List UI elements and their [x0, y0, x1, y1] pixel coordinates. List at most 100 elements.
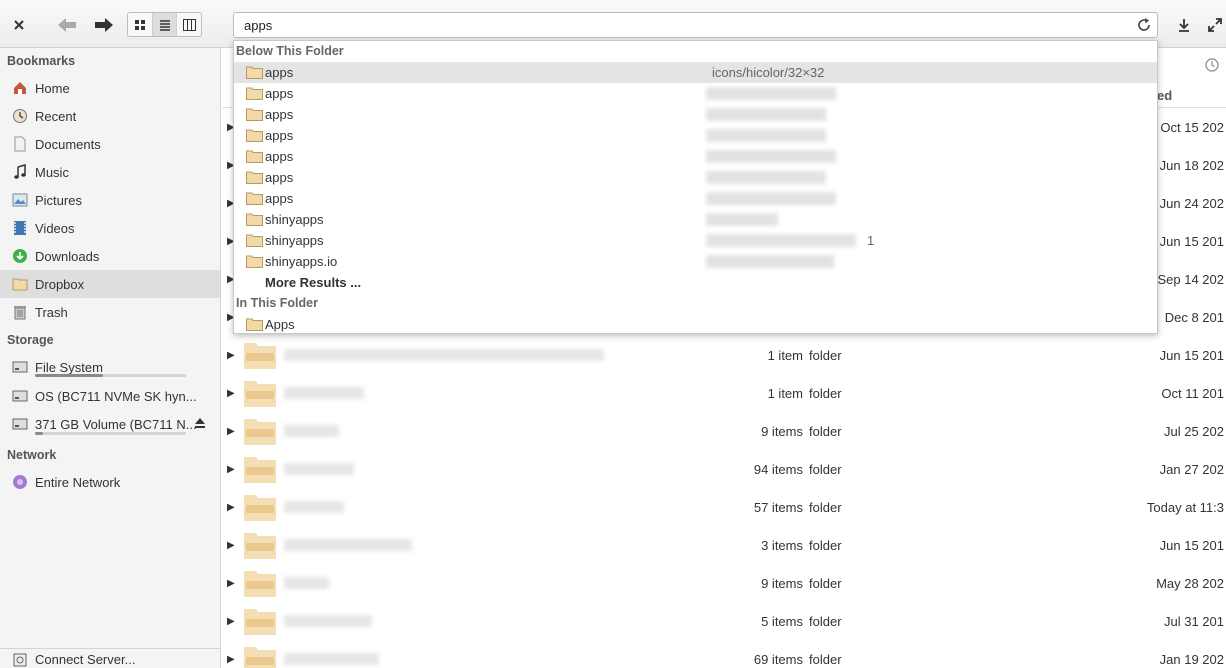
search-result-item[interactable]: shinyapps.io [234, 251, 1157, 272]
drive-icon [12, 416, 28, 432]
item-count: 1 item [767, 347, 803, 363]
forward-button[interactable] [92, 13, 116, 37]
table-row[interactable]: ▶ 69 items folder Jan 19 202 [222, 640, 1226, 668]
icon-view-button[interactable] [128, 13, 153, 36]
result-name: apps [265, 128, 294, 143]
in-folder-heading: In This Folder [236, 296, 318, 310]
result-path-blurred [706, 108, 826, 121]
result-path: icons/hicolor/32×32 [712, 65, 825, 80]
sidebar-item-label: Trash [35, 304, 68, 320]
item-count: 3 items [761, 537, 803, 553]
storage-heading: Storage [7, 333, 54, 347]
table-row[interactable]: ▶ 5 items folder Jul 31 201 [222, 602, 1226, 640]
search-result-item[interactable]: apps [234, 83, 1157, 104]
expand-arrow-icon[interactable]: ▶ [227, 464, 235, 475]
more-results-label: More Results ... [265, 275, 362, 290]
sidebar-item-home[interactable]: Home [0, 74, 220, 102]
eject-icon[interactable] [194, 417, 206, 432]
table-row[interactable]: ▶ 57 items folder Today at 11:3 [222, 488, 1226, 526]
sidebar-item-videos[interactable]: Videos [0, 214, 220, 242]
result-name: shinyapps [265, 212, 324, 227]
expand-arrow-icon[interactable]: ▶ [227, 350, 235, 361]
item-count: 57 items [753, 499, 803, 515]
disk-usage-bar [35, 432, 186, 435]
search-result-item[interactable]: apps [234, 104, 1157, 125]
sidebar-item-recent[interactable]: Recent [0, 102, 220, 130]
fullscreen-icon [1208, 18, 1222, 32]
sidebar-item-label: Recent [35, 108, 77, 124]
sidebar-item-os-drive[interactable]: OS (BC711 NVMe SK hyn... [0, 382, 220, 410]
expand-arrow-icon[interactable]: ▶ [227, 426, 235, 437]
arrow-right-icon [95, 18, 113, 32]
result-name: apps [265, 107, 294, 122]
download-button[interactable] [1174, 15, 1194, 35]
folder-icon [244, 609, 276, 635]
search-result-item[interactable]: apps [234, 146, 1157, 167]
table-row[interactable]: ▶ 94 items folder Jan 27 202 [222, 450, 1226, 488]
file-name-blurred [284, 615, 372, 627]
sidebar-item-pictures[interactable]: Pictures [0, 186, 220, 214]
file-name-blurred [284, 539, 412, 551]
search-result-item[interactable]: apps [234, 167, 1157, 188]
search-result-item[interactable]: apps icons/hicolor/32×32 [234, 62, 1157, 83]
item-kind: folder [809, 651, 842, 667]
sidebar-item-music[interactable]: Music [0, 158, 220, 186]
expand-arrow-icon[interactable]: ▶ [227, 540, 235, 551]
modified-date: Oct 15 202 [1160, 119, 1224, 135]
search-input[interactable] [234, 13, 1114, 37]
expand-arrow-icon[interactable]: ▶ [227, 388, 235, 399]
modified-date: Jan 27 202 [1159, 461, 1224, 477]
network-icon [12, 474, 28, 490]
sidebar-item-dropbox[interactable]: Dropbox [0, 270, 220, 298]
modified-date: Jun 15 201 [1159, 233, 1224, 249]
table-row[interactable]: ▶ 1 item folder Jun 15 201 [222, 336, 1226, 374]
folder-icon [246, 255, 263, 268]
folder-icon [244, 571, 276, 597]
reload-icon[interactable] [1136, 17, 1152, 36]
expand-arrow-icon[interactable]: ▶ [227, 654, 235, 665]
table-row[interactable]: ▶ 9 items folder May 28 202 [222, 564, 1226, 602]
sidebar-item-trash[interactable]: Trash [0, 298, 220, 326]
history-icon[interactable] [1204, 57, 1220, 76]
modified-date: Sep 14 202 [1157, 271, 1224, 287]
disk-usage-bar [35, 374, 186, 377]
folder-icon [246, 171, 263, 184]
search-result-item[interactable]: apps [234, 125, 1157, 146]
modified-date: Jul 31 201 [1164, 613, 1224, 629]
view-switcher [127, 12, 202, 37]
list-view-icon [159, 19, 170, 31]
close-button[interactable] [8, 14, 30, 36]
location-search-bar[interactable] [233, 12, 1158, 38]
in-folder-result[interactable]: Apps [234, 314, 1157, 335]
sidebar-item-downloads[interactable]: Downloads [0, 242, 220, 270]
search-result-item[interactable]: shinyapps [234, 209, 1157, 230]
fullscreen-button[interactable] [1205, 15, 1225, 35]
list-view-button[interactable] [152, 13, 178, 36]
result-name: apps [265, 191, 294, 206]
sidebar: Bookmarks Home Recent Documents Music Pi… [0, 48, 221, 668]
search-result-item[interactable]: shinyapps 1 [234, 230, 1157, 251]
table-row[interactable]: ▶ 9 items folder Jul 25 202 [222, 412, 1226, 450]
modified-column-header[interactable]: ed [1157, 88, 1172, 103]
folder-icon [246, 234, 263, 247]
expand-arrow-icon[interactable]: ▶ [227, 502, 235, 513]
column-view-button[interactable] [177, 13, 201, 36]
file-name-blurred [284, 653, 379, 665]
back-button[interactable] [55, 13, 79, 37]
more-results-item[interactable]: More Results ... [234, 272, 1157, 293]
expand-arrow-icon[interactable]: ▶ [227, 616, 235, 627]
modified-date: Jun 24 202 [1159, 195, 1224, 211]
item-kind: folder [809, 575, 842, 591]
table-row[interactable]: ▶ 1 item folder Oct 11 201 [222, 374, 1226, 412]
sidebar-item-documents[interactable]: Documents [0, 130, 220, 158]
search-result-item[interactable]: apps [234, 188, 1157, 209]
result-name: shinyapps.io [265, 254, 338, 269]
search-results-popup: Below This Folder apps icons/hicolor/32×3… [233, 40, 1158, 334]
item-kind: folder [809, 461, 842, 477]
sidebar-item-entire-network[interactable]: Entire Network [0, 468, 220, 496]
expand-arrow-icon[interactable]: ▶ [227, 578, 235, 589]
table-row[interactable]: ▶ 3 items folder Jun 15 201 [222, 526, 1226, 564]
connect-server-button[interactable]: Connect Server... [0, 648, 220, 668]
folder-icon [244, 495, 276, 521]
modified-date: May 28 202 [1156, 575, 1224, 591]
